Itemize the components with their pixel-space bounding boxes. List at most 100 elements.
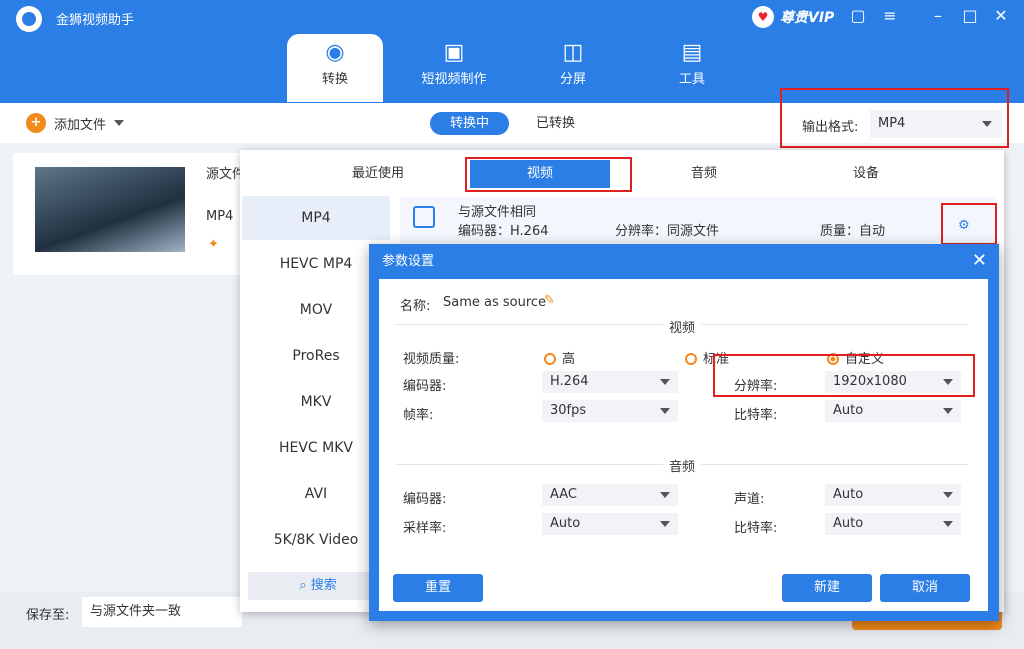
settings-dialog: 参数设置 ✕ 名称: Same as source ✎ 视频 视频质量: 高 标… bbox=[369, 244, 999, 621]
sample-rate-select[interactable]: Auto bbox=[542, 513, 678, 535]
preset-encoder: 编码器：H.264 bbox=[458, 224, 549, 239]
fps-label: 帧率: bbox=[403, 408, 434, 423]
sample-rate-label: 采样率: bbox=[403, 521, 447, 536]
audio-encoder-value: AAC bbox=[550, 487, 577, 502]
format-item[interactable]: AVI bbox=[242, 472, 390, 516]
name-label: 名称: bbox=[400, 299, 431, 314]
app-title: 金狮视频助手 bbox=[56, 13, 135, 28]
fps-select[interactable]: 30fps bbox=[542, 400, 678, 422]
file-format: MP4 bbox=[206, 209, 234, 224]
format-item[interactable]: 5K/8K Video bbox=[242, 518, 390, 562]
preset-row[interactable]: 与源文件相同 编码器：H.264 分辨率：同源文件 质量：自动 ⚙ bbox=[400, 197, 996, 243]
split-screen-icon: ◫ bbox=[562, 40, 584, 65]
format-item[interactable]: ProRes bbox=[242, 334, 390, 378]
convert-icon: ◉ bbox=[325, 40, 345, 65]
app-logo-icon bbox=[16, 6, 42, 32]
resolution-highlight bbox=[713, 354, 975, 397]
tab-label: 分屏 bbox=[559, 72, 586, 87]
radio-label: 高 bbox=[562, 352, 576, 367]
minimize-icon[interactable]: – bbox=[926, 6, 950, 25]
save-path-select[interactable]: 与源文件夹一致 bbox=[82, 597, 242, 627]
converting-tab[interactable]: 转换中 bbox=[430, 112, 510, 135]
tab-split-screen[interactable]: ◫ 分屏 bbox=[525, 34, 621, 102]
video-tab-highlight bbox=[465, 157, 632, 192]
dialog-title: 参数设置 bbox=[382, 254, 435, 269]
radio-icon bbox=[544, 353, 556, 365]
gear-highlight bbox=[941, 203, 997, 245]
vip-label: 尊贵VIP bbox=[780, 10, 835, 26]
fps-value: 30fps bbox=[550, 403, 587, 418]
bitrate-label: 比特率: bbox=[734, 408, 778, 423]
quality-label: 视频质量: bbox=[403, 352, 460, 367]
new-button[interactable]: 新建 bbox=[782, 574, 872, 602]
audio-encoder-label: 编码器: bbox=[403, 492, 447, 507]
format-item[interactable]: HEVC MP4 bbox=[242, 242, 390, 286]
tab-short-video[interactable]: ▣ 短视频制作 bbox=[406, 34, 502, 102]
converted-tab[interactable]: 已转换 bbox=[516, 112, 595, 135]
save-label: 保存至: bbox=[26, 608, 70, 623]
format-item[interactable]: HEVC MKV bbox=[242, 426, 390, 470]
tv-icon: ▣ bbox=[443, 40, 465, 65]
format-item[interactable]: MKV bbox=[242, 380, 390, 424]
cancel-button[interactable]: 取消 bbox=[880, 574, 970, 602]
chevron-down-icon bbox=[943, 408, 953, 414]
close-icon[interactable]: ✕ bbox=[972, 250, 987, 271]
chevron-down-icon bbox=[114, 120, 125, 126]
channel-label: 声道: bbox=[734, 492, 765, 507]
video-thumbnail bbox=[35, 167, 185, 252]
audio-section-title: 音频 bbox=[663, 456, 702, 475]
preset-quality: 质量：自动 bbox=[820, 224, 886, 239]
tab-label: 短视频制作 bbox=[421, 72, 487, 87]
tab-label: 转换 bbox=[321, 72, 348, 87]
format-item[interactable]: MP4 bbox=[242, 196, 390, 240]
maximize-icon[interactable]: □ bbox=[958, 6, 982, 25]
search-button[interactable]: ⌕ 搜索 bbox=[248, 572, 388, 600]
encoder-select[interactable]: H.264 bbox=[542, 371, 678, 393]
reset-button[interactable]: 重置 bbox=[393, 574, 483, 602]
format-list: MP4 HEVC MP4 MOV ProRes MKV HEVC MKV AVI… bbox=[242, 196, 390, 608]
bitrate-select[interactable]: Auto bbox=[825, 400, 961, 422]
video-section-title: 视频 bbox=[663, 317, 702, 336]
tab-convert[interactable]: ◉ 转换 bbox=[287, 34, 383, 102]
chevron-down-icon bbox=[660, 492, 670, 498]
add-file-label: 添加文件 bbox=[54, 117, 107, 133]
toolbox-icon: ▤ bbox=[681, 40, 703, 65]
output-format-label: 输出格式: bbox=[802, 120, 859, 135]
search-icon: ⌕ bbox=[299, 578, 311, 593]
pencil-icon[interactable]: ✎ bbox=[544, 293, 555, 308]
channel-select[interactable]: Auto bbox=[825, 484, 961, 506]
name-value: Same as source bbox=[443, 295, 547, 310]
bitrate-value: Auto bbox=[833, 403, 864, 418]
audio-encoder-select[interactable]: AAC bbox=[542, 484, 678, 506]
encoder-value: H.264 bbox=[550, 374, 589, 389]
chevron-down-icon bbox=[943, 492, 953, 498]
output-format-select[interactable]: MP4 bbox=[870, 110, 1002, 138]
tab-recent[interactable]: 最近使用 bbox=[308, 160, 448, 188]
edit-icon[interactable]: ✦ bbox=[208, 237, 219, 252]
preset-name: 与源文件相同 bbox=[458, 205, 537, 220]
channel-value: Auto bbox=[833, 487, 864, 502]
preset-resolution: 分辨率：同源文件 bbox=[615, 224, 720, 239]
format-item[interactable]: MOV bbox=[242, 288, 390, 332]
tab-audio[interactable]: 音频 bbox=[634, 160, 774, 188]
menu-icon[interactable]: ≡ bbox=[878, 6, 902, 25]
chevron-down-icon bbox=[660, 521, 670, 527]
file-card[interactable]: 源文件 MP4 ✦ bbox=[13, 153, 253, 275]
audio-bitrate-value: Auto bbox=[833, 516, 864, 531]
vip-button[interactable]: ♥ 尊贵VIP bbox=[752, 6, 834, 28]
search-label: 搜索 bbox=[310, 578, 337, 593]
tab-device[interactable]: 设备 bbox=[796, 160, 936, 188]
audio-bitrate-select[interactable]: Auto bbox=[825, 513, 961, 535]
chevron-down-icon bbox=[982, 121, 992, 127]
tab-tools[interactable]: ▤ 工具 bbox=[644, 34, 740, 102]
add-file-button[interactable]: + 添加文件 bbox=[26, 113, 125, 133]
chat-icon[interactable]: ▢ bbox=[846, 6, 870, 25]
quality-high-radio[interactable]: 高 bbox=[544, 348, 575, 367]
close-icon[interactable]: ✕ bbox=[989, 6, 1013, 25]
chevron-down-icon bbox=[660, 379, 670, 385]
encoder-label: 编码器: bbox=[403, 379, 447, 394]
tab-label: 工具 bbox=[678, 72, 705, 87]
chevron-down-icon bbox=[660, 408, 670, 414]
video-file-icon bbox=[413, 206, 435, 228]
plus-icon: + bbox=[26, 113, 46, 133]
